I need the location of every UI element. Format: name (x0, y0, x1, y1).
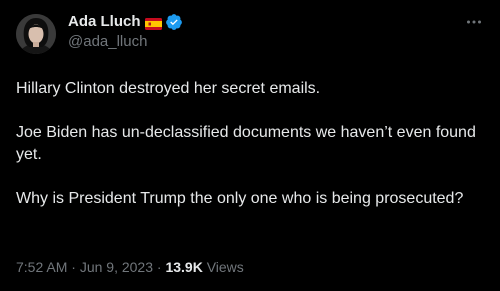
author-names: Ada Lluch @ada_lluch (68, 12, 183, 52)
tweet-meta: 7:52 AM · Jun 9, 2023 · 13.9K Views (16, 258, 244, 276)
tweet-date[interactable]: Jun 9, 2023 (80, 259, 153, 275)
views-label: Views (202, 259, 244, 275)
tweet-paragraph: Why is President Trump the only one who … (16, 190, 464, 207)
tweet-paragraph: Hillary Clinton destroyed her secret ema… (16, 80, 321, 97)
more-horizontal-icon[interactable] (464, 12, 484, 32)
meta-separator: · (67, 259, 80, 275)
spain-flag-icon (144, 16, 162, 30)
tweet-card: Ada Lluch @ada_lluch Hillary Clinton des… (0, 0, 500, 291)
tweet-header: Ada Lluch @ada_lluch (16, 12, 484, 60)
tweet-text: Hillary Clinton destroyed her secret ema… (16, 78, 484, 210)
avatar[interactable] (16, 14, 56, 54)
display-name[interactable]: Ada Lluch (68, 12, 141, 32)
verified-badge-icon[interactable] (165, 13, 183, 31)
views-count[interactable]: 13.9K (165, 259, 202, 275)
meta-separator: · (153, 259, 166, 275)
tweet-time[interactable]: 7:52 AM (16, 259, 67, 275)
handle[interactable]: @ada_lluch (68, 32, 183, 52)
name-row: Ada Lluch (68, 12, 183, 32)
tweet-paragraph: Joe Biden has un-declassified documents … (16, 124, 476, 163)
